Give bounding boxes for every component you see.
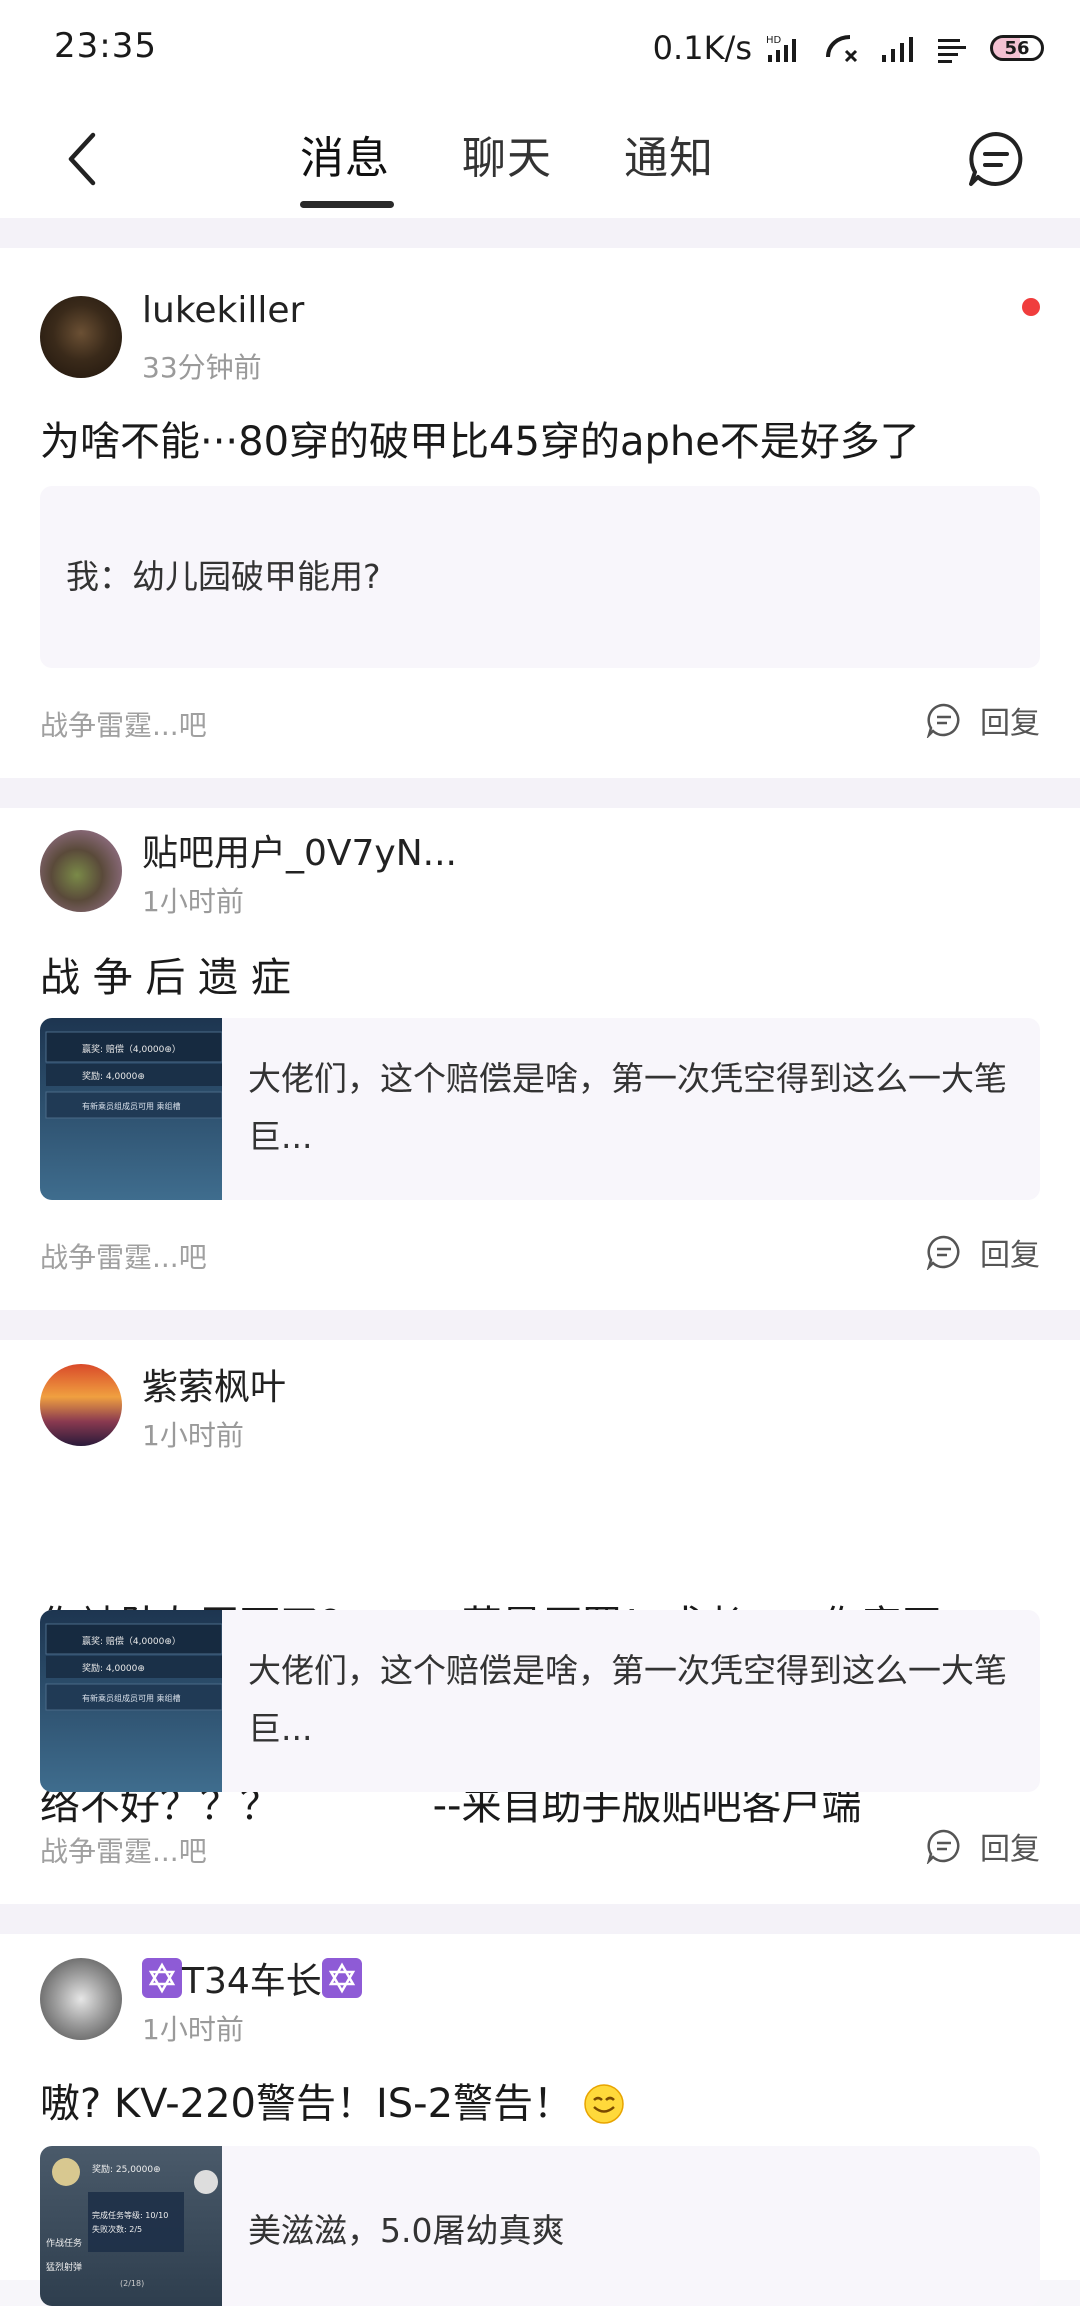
avatar[interactable] (40, 1958, 122, 2040)
message-time: 33分钟前 (142, 351, 262, 384)
game-screenshot-image: 赢奖: 赔偿（4,0000⊕） 奖励: 4,0000⊕ 有新乘员组成员可用 乘组… (40, 1610, 222, 1792)
tab-notifications[interactable]: 通知 (624, 122, 714, 208)
top-nav: 消息 聊天 通知 (0, 100, 1080, 218)
svg-text:HD: HD (766, 35, 782, 46)
message-content[interactable]: 嗷? KV-220警告！IS-2警告！ (40, 2074, 1040, 2134)
game-screenshot-image: 赢奖: 赔偿（4,0000⊕） 奖励: 4,0000⊕ 有新乘员组成员可用 乘组… (40, 1018, 222, 1200)
quoted-post[interactable]: 我：幼儿园破甲能用? (40, 486, 1040, 668)
thumb-text: 失败次数: 2/5 (92, 2224, 142, 2234)
message-card[interactable]: 贴吧用户_0V7yN... 1小时前 战 争 后 遗 症 赢奖: 赔偿（4,00… (0, 808, 1080, 1310)
message-content[interactable]: 战 争 后 遗 症 (40, 948, 1040, 1008)
reply-button[interactable]: 回复 (926, 1230, 1040, 1274)
forum-name[interactable]: 战争雷霆...吧 (40, 704, 207, 744)
reply-icon (926, 1235, 960, 1270)
hd-signal-icon: HD (766, 35, 796, 62)
network-speed: 0.1K/s (652, 29, 752, 67)
post-thumbnail: 赢奖: 赔偿（4,0000⊕） 奖励: 4,0000⊕ 有新乘员组成员可用 乘组… (40, 1018, 222, 1200)
quoted-post[interactable]: 赢奖: 赔偿（4,0000⊕） 奖励: 4,0000⊕ 有新乘员组成员可用 乘组… (40, 1610, 1040, 1792)
game-screenshot-image: 奖励: 25,0000⊕ 完成任务等级: 10/10 失败次数: 2/5 作战任… (40, 2146, 222, 2306)
avatar[interactable] (40, 830, 122, 912)
signal-icon (882, 37, 913, 62)
battery-icon: 56 (990, 35, 1044, 61)
tab-chat[interactable]: 聊天 (462, 122, 552, 208)
reply-button[interactable]: 回复 (926, 1824, 1040, 1868)
quoted-text: 大佬们，这个赔偿是啥，第一次凭空得到这么一大笔巨... (248, 1651, 1007, 1748)
thumb-text: 奖励: 4,0000⊕ (82, 1662, 145, 1674)
thumb-text: 作战任务 (46, 2237, 82, 2249)
tab-messages[interactable]: 消息 (300, 122, 394, 208)
thumb-text: 猛烈射弹 (46, 2261, 82, 2273)
avatar[interactable] (40, 296, 122, 378)
call-muted-icon (826, 35, 858, 63)
chevron-left-icon (68, 132, 96, 186)
thumb-text: 有新乘员组成员可用 乘组槽 (82, 1693, 181, 1703)
forum-name[interactable]: 战争雷霆...吧 (40, 1236, 207, 1276)
post-thumbnail: 奖励: 25,0000⊕ 完成任务等级: 10/10 失败次数: 2/5 作战任… (40, 2146, 222, 2306)
message-time: 1小时前 (142, 885, 244, 918)
username-text: T34车长 (182, 1961, 322, 2002)
username[interactable]: lukekiller (142, 290, 304, 331)
reply-label: 回复 (980, 1832, 1040, 1867)
reply-label: 回复 (980, 1238, 1040, 1273)
message-card[interactable]: T34车长 1小时前 嗷? KV-220警告！IS-2警告！ 奖励: 25,00… (0, 1934, 1080, 2306)
star-of-david-icon (321, 1958, 362, 1998)
quoted-post[interactable]: 奖励: 25,0000⊕ 完成任务等级: 10/10 失败次数: 2/5 作战任… (40, 2146, 1040, 2306)
quoted-text: 大佬们，这个赔偿是啥，第一次凭空得到这么一大笔巨... (248, 1059, 1007, 1156)
username[interactable]: 紫萦枫叶 (142, 1358, 286, 1410)
post-thumbnail: 赢奖: 赔偿（4,0000⊕） 奖励: 4,0000⊕ 有新乘员组成员可用 乘组… (40, 1610, 222, 1792)
thumb-text: 奖励: 4,0000⊕ (82, 1070, 145, 1082)
username[interactable]: 贴吧用户_0V7yN... (142, 824, 457, 876)
card-gap (0, 1904, 1080, 1934)
message-card[interactable]: lukekiller 33分钟前 为啥不能···80穿的破甲比45穿的aphe不… (0, 248, 1080, 778)
forum-name[interactable]: 战争雷霆...吧 (40, 1830, 207, 1870)
back-button[interactable] (52, 124, 112, 194)
thumb-text: 有新乘员组成员可用 乘组槽 (82, 1101, 181, 1111)
thumb-text: 奖励: 25,0000⊕ (92, 2163, 161, 2175)
message-card[interactable]: 紫萦枫叶 1小时前 你被队友弄死了？ 菜是原罪！或者。。。你家网 络不好？？？ … (0, 1340, 1080, 1904)
quoted-post[interactable]: 赢奖: 赔偿（4,0000⊕） 奖励: 4,0000⊕ 有新乘员组成员可用 乘组… (40, 1018, 1040, 1200)
reply-icon (926, 1829, 960, 1864)
thumb-text: (2/18) (120, 2279, 144, 2288)
reply-label: 回复 (980, 706, 1040, 741)
thumb-text: 完成任务等级: 10/10 (92, 2210, 168, 2220)
wifi-icon (938, 39, 966, 63)
compose-button[interactable] (964, 124, 1028, 194)
star-of-david-icon (142, 1958, 182, 1998)
header-separator (0, 218, 1080, 248)
message-bubble-icon (969, 132, 1023, 186)
message-time: 1小时前 (142, 1419, 244, 1452)
unread-dot (1022, 298, 1040, 316)
card-gap (0, 1310, 1080, 1340)
reply-icon (926, 703, 960, 738)
card-gap (0, 778, 1080, 808)
smile-emoji-icon (584, 2084, 624, 2124)
quoted-text: 美滋滋，5.0屠幼真爽 (248, 2211, 565, 2250)
message-content[interactable]: 为啥不能···80穿的破甲比45穿的aphe不是好多了 (40, 412, 1040, 472)
quoted-text: 我：幼儿园破甲能用? (66, 557, 381, 596)
status-bar: 23:35 0.1K/s HD 56 (0, 0, 1080, 100)
status-time: 23:35 (54, 26, 157, 66)
tab-bar: 消息 聊天 通知 (300, 122, 714, 208)
reply-button[interactable]: 回复 (926, 698, 1040, 742)
message-time: 1小时前 (142, 2013, 244, 2046)
content-text: 嗷? KV-220警告！IS-2警告！ (40, 2081, 574, 2127)
status-icons: 0.1K/s HD 56 (653, 26, 1044, 70)
thumb-text: 赢奖: 赔偿（4,0000⊕） (82, 1043, 181, 1055)
avatar[interactable] (40, 1364, 122, 1446)
username[interactable]: T34车长 (142, 1952, 362, 2004)
thumb-text: 赢奖: 赔偿（4,0000⊕） (82, 1635, 181, 1647)
